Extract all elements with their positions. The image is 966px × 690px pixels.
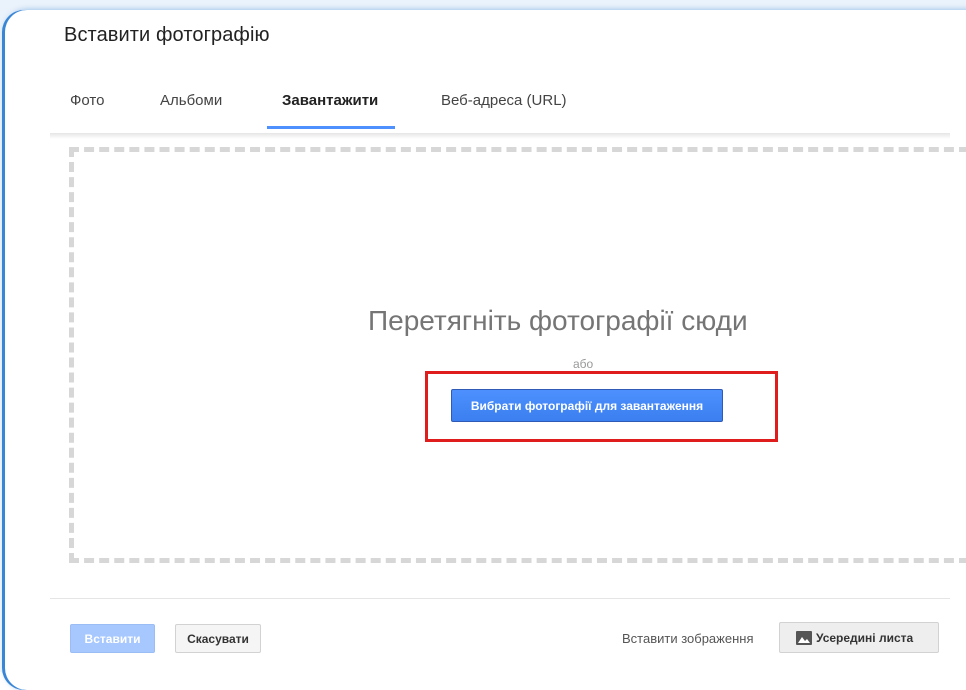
upload-drop-zone[interactable] <box>69 147 966 563</box>
or-separator-text: або <box>573 357 594 371</box>
tab-bar: Фото Альбоми Завантажити Веб-адреса (URL… <box>50 80 950 134</box>
inline-position-button[interactable]: Усередині листа <box>779 622 939 653</box>
insert-button[interactable]: Вставити <box>70 624 155 653</box>
inline-position-label: Усередині листа <box>816 630 914 645</box>
tab-photos[interactable]: Фото <box>70 92 104 109</box>
choose-photos-button[interactable]: Вибрати фотографії для завантаження <box>451 389 723 422</box>
tab-albums[interactable]: Альбоми <box>160 92 222 109</box>
cancel-button[interactable]: Скасувати <box>175 624 261 653</box>
active-tab-indicator <box>267 126 395 129</box>
tab-web-address[interactable]: Веб-адреса (URL) <box>441 92 567 109</box>
footer-divider <box>50 598 950 599</box>
dialog-title: Вставити фотографію <box>64 24 270 46</box>
image-icon <box>796 630 812 645</box>
insert-image-label: Вставити зображення <box>622 631 754 646</box>
drop-hint-text: Перетягніть фотографії сюди <box>368 305 748 336</box>
tab-upload[interactable]: Завантажити <box>282 92 378 109</box>
tab-bar-divider <box>50 133 950 139</box>
page-background: Вставити фотографію Фото Альбоми Заванта… <box>0 0 966 690</box>
